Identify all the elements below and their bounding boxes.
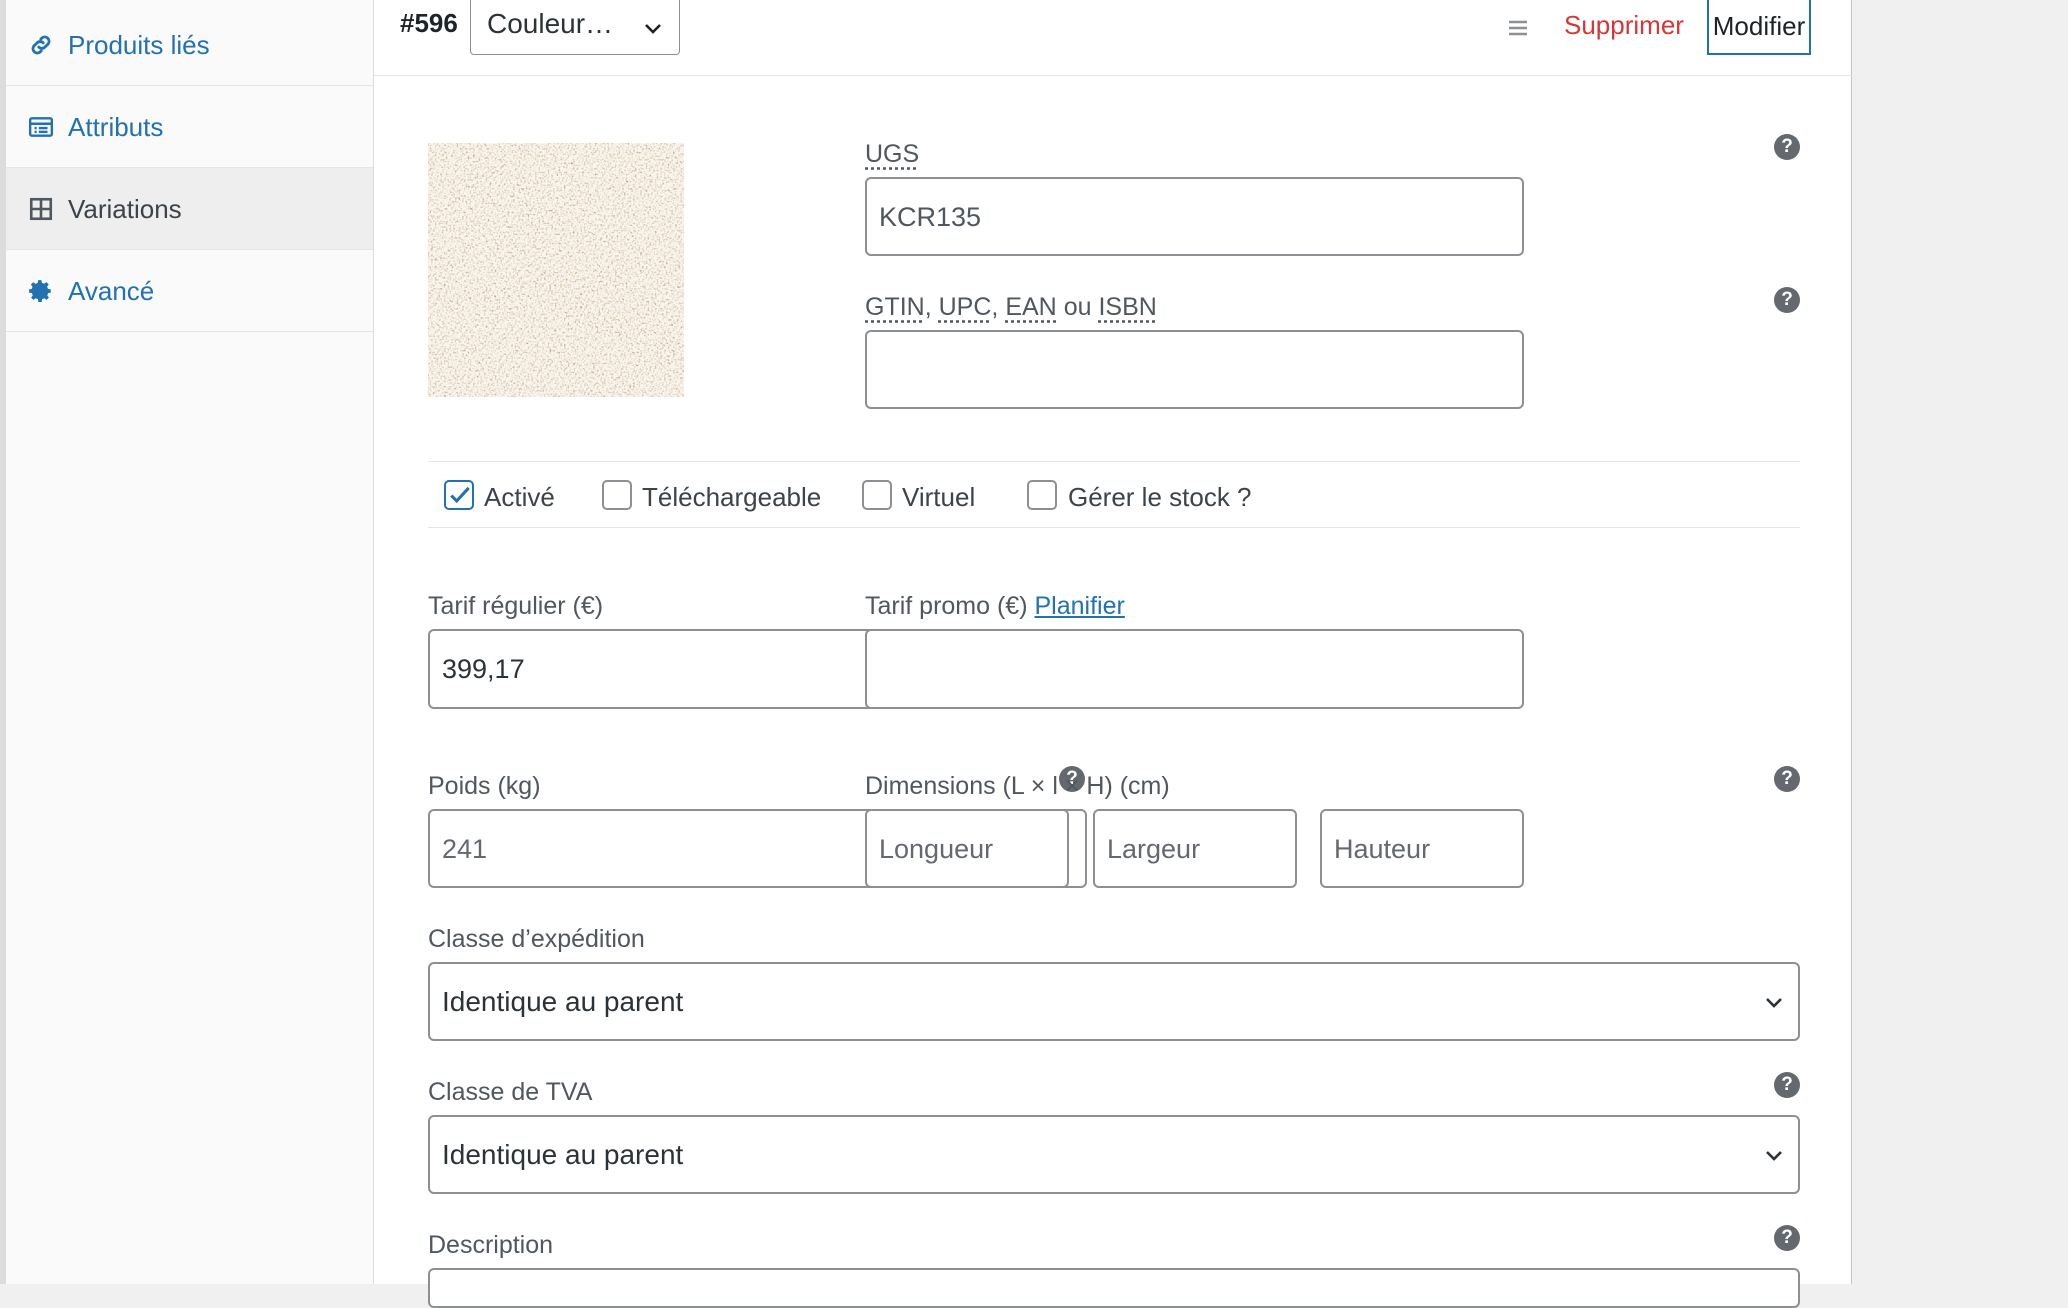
drag-handle-icon[interactable] <box>1506 16 1530 40</box>
sku-label: UGS <box>865 140 920 168</box>
variation-id: #596 <box>400 8 458 38</box>
variation-image[interactable] <box>428 143 684 397</box>
tab-linked-products[interactable]: Produits liés <box>6 4 373 86</box>
schedule-link[interactable]: Planifier <box>1035 592 1125 620</box>
delete-variation-link[interactable]: Supprimer <box>1564 10 1684 41</box>
sku-input[interactable]: KCR135 <box>865 177 1524 256</box>
grid-icon <box>28 196 54 222</box>
chevron-down-icon <box>1766 1151 1782 1161</box>
downloadable-checkbox[interactable] <box>602 480 632 510</box>
sku-value: KCR135 <box>879 202 982 232</box>
tax-class-select[interactable]: Identique au parent <box>428 1115 1800 1194</box>
help-icon[interactable]: ? <box>1774 287 1800 313</box>
gtin-label: GTIN, UPC, EAN ou ISBN <box>865 293 1157 321</box>
tab-advanced[interactable]: Avancé <box>6 250 373 332</box>
dimensions-label: Dimensions (L × l × H) (cm) <box>865 772 1170 800</box>
gtin-input[interactable] <box>865 330 1524 409</box>
attribute-select[interactable]: Couleur… <box>470 0 680 55</box>
virtual-checkbox[interactable] <box>862 480 892 510</box>
weight-placeholder: 241 <box>442 834 488 864</box>
tab-label: Produits liés <box>68 30 210 60</box>
shipping-class-label: Classe d’expédition <box>428 925 645 953</box>
checkmark-icon <box>450 486 470 504</box>
manage-stock-label: Gérer le stock ? <box>1068 482 1252 512</box>
shipping-class-select[interactable]: Identique au parent <box>428 962 1800 1041</box>
sale-price-label: Tarif promo (€) Planifier <box>865 592 1125 620</box>
weight-label: Poids (kg) <box>428 772 541 800</box>
gear-icon <box>28 278 54 304</box>
help-icon[interactable]: ? <box>1774 134 1800 160</box>
description-label: Description <box>428 1231 554 1259</box>
edit-variation-button[interactable]: Modifier <box>1707 0 1811 55</box>
tab-attributes[interactable]: Attributs <box>6 86 373 168</box>
tab-label: Attributs <box>68 112 164 142</box>
list-view-icon <box>28 114 54 140</box>
gravel-image <box>428 143 684 397</box>
variation-options-row: Activé Téléchargeable Virtuel Gérer le s… <box>428 461 1800 528</box>
help-icon[interactable]: ? <box>1774 1072 1800 1098</box>
sale-price-input[interactable] <box>865 629 1524 709</box>
width-input[interactable]: Largeur <box>1093 809 1297 888</box>
tab-variations[interactable]: Variations <box>6 168 373 250</box>
height-input[interactable]: Hauteur <box>1320 809 1524 888</box>
chevron-down-icon <box>1766 998 1782 1008</box>
downloadable-label: Téléchargeable <box>642 482 822 512</box>
enabled-label: Activé <box>484 482 555 512</box>
product-data-tabs: Produits liés Attributs Variations Avanc… <box>6 0 374 1284</box>
tab-label: Avancé <box>68 276 155 306</box>
description-textarea[interactable] <box>428 1268 1800 1308</box>
length-input[interactable]: Longueur <box>865 809 1069 888</box>
chevron-down-icon <box>645 24 661 34</box>
help-icon[interactable]: ? <box>1774 1225 1800 1251</box>
manage-stock-checkbox[interactable] <box>1027 480 1057 510</box>
tax-class-label: Classe de TVA <box>428 1078 593 1106</box>
regular-price-value: 399,17 <box>442 654 525 684</box>
variation-panel: #596 Couleur… Supprimer Modifier UGS ? K… <box>374 0 1852 1308</box>
tab-label: Variations <box>68 194 182 224</box>
attribute-select-value: Couleur… <box>487 8 614 39</box>
regular-price-label: Tarif régulier (€) <box>428 592 604 620</box>
variation-header: #596 Couleur… Supprimer Modifier <box>374 0 1852 76</box>
virtual-label: Virtuel <box>902 482 976 512</box>
link-icon <box>28 32 54 58</box>
enabled-checkbox[interactable] <box>444 480 474 510</box>
help-icon[interactable]: ? <box>1774 766 1800 792</box>
